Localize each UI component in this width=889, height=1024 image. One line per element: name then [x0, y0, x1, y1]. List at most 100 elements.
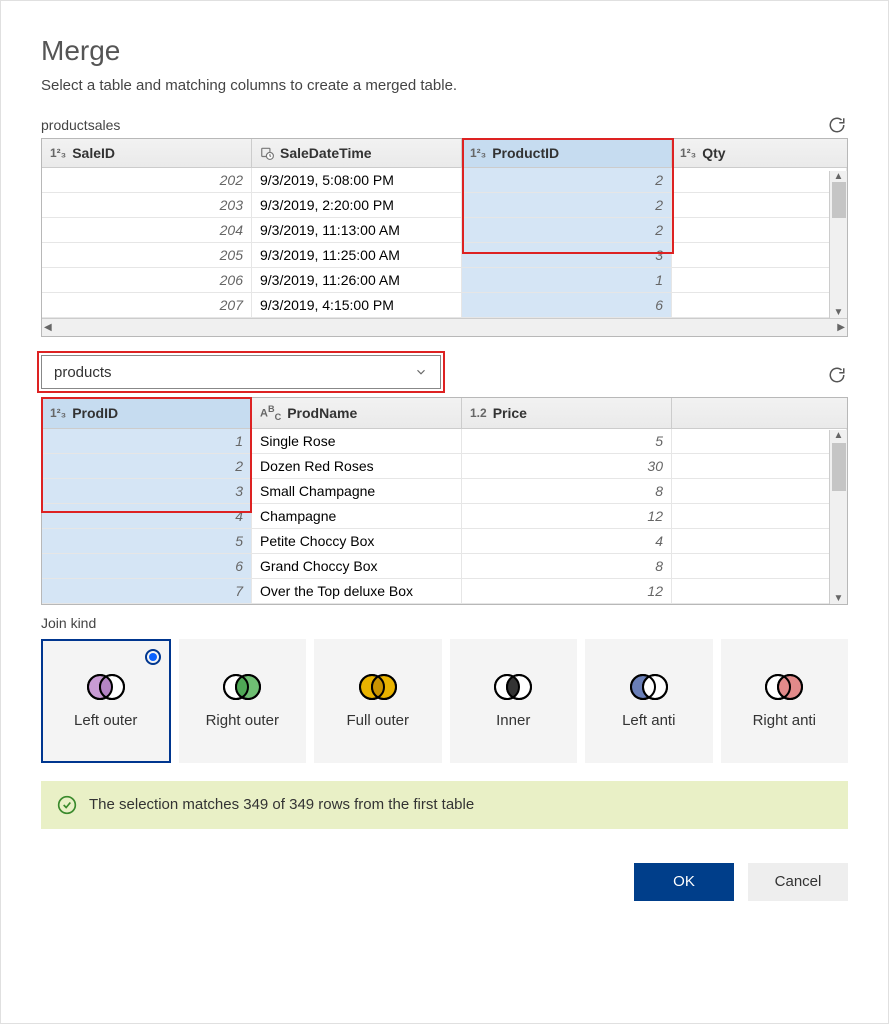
join-option-label: Inner — [496, 712, 530, 729]
cell-productid: 2 — [462, 193, 672, 217]
cell-saledatetime: 9/3/2019, 11:25:00 AM — [252, 243, 462, 267]
join-kind-options: Left outer Right outer Full outer Inner Left… — [41, 639, 848, 763]
cell-prodname: Over the Top deluxe Box — [252, 579, 462, 603]
number-type-icon: 1²₃ — [470, 146, 486, 160]
dialog-buttons: OK Cancel — [41, 863, 848, 901]
cell-price: 12 — [462, 504, 672, 528]
cell-prodname: Dozen Red Roses — [252, 454, 462, 478]
join-option-label: Full outer — [346, 712, 409, 729]
status-text: The selection matches 349 of 349 rows fr… — [89, 796, 474, 813]
col-header-productid[interactable]: 1²₃ProductID — [462, 139, 672, 167]
join-option-inner[interactable]: Inner — [450, 639, 578, 763]
col-header-saledatetime[interactable]: SaleDateTime — [252, 139, 462, 167]
horizontal-scrollbar[interactable]: ◀ ▶ — [42, 318, 847, 336]
join-option-label: Left outer — [74, 712, 137, 729]
chevron-down-icon — [414, 365, 428, 379]
second-table-body[interactable]: 1Single Rose52Dozen Red Roses303Small Ch… — [42, 429, 847, 604]
refresh-first-table-button[interactable] — [826, 114, 848, 136]
col-header-prodid[interactable]: 1²₃ProdID — [42, 398, 252, 428]
cell-saleid: 206 — [42, 268, 252, 292]
scroll-up-icon: ▲ — [834, 171, 844, 182]
join-option-left-anti[interactable]: Left anti — [585, 639, 713, 763]
cell-saleid: 203 — [42, 193, 252, 217]
scroll-up-icon: ▲ — [834, 430, 844, 441]
scroll-thumb[interactable] — [832, 443, 846, 491]
cell-productid: 3 — [462, 243, 672, 267]
table-row[interactable]: 7Over the Top deluxe Box12 — [42, 579, 847, 604]
second-table[interactable]: 1²₃ProdID ABCProdName 1.2Price 1Single R… — [41, 397, 848, 605]
table-row[interactable]: 2039/3/2019, 2:20:00 PM2 — [42, 193, 847, 218]
table-row[interactable]: 1Single Rose5 — [42, 429, 847, 454]
cell-saleid: 202 — [42, 168, 252, 192]
join-option-right-outer[interactable]: Right outer — [179, 639, 307, 763]
refresh-icon — [828, 116, 846, 134]
cell-price: 8 — [462, 554, 672, 578]
merge-dialog: Merge Select a table and matching column… — [0, 0, 889, 1024]
table-row[interactable]: 2069/3/2019, 11:26:00 AM1 — [42, 268, 847, 293]
cell-qty — [672, 243, 847, 267]
table-row[interactable]: 5Petite Choccy Box4 — [42, 529, 847, 554]
first-table-body[interactable]: 2029/3/2019, 5:08:00 PM22039/3/2019, 2:2… — [42, 168, 847, 318]
join-option-label: Right anti — [753, 712, 816, 729]
radio-selected-icon — [145, 649, 161, 665]
join-option-label: Right outer — [206, 712, 279, 729]
number-type-icon: 1²₃ — [50, 406, 66, 420]
table-row[interactable]: 4Champagne12 — [42, 504, 847, 529]
check-circle-icon — [57, 795, 77, 815]
text-type-icon: ABC — [260, 404, 281, 422]
vertical-scrollbar[interactable]: ▲ ▼ — [829, 171, 847, 318]
status-bar: The selection matches 349 of 349 rows fr… — [41, 781, 848, 829]
venn-icon — [219, 672, 265, 702]
cell-prodid: 4 — [42, 504, 252, 528]
cell-productid: 6 — [462, 293, 672, 317]
join-kind-label: Join kind — [41, 615, 848, 631]
decimal-type-icon: 1.2 — [470, 406, 487, 420]
cell-saledatetime: 9/3/2019, 2:20:00 PM — [252, 193, 462, 217]
col-header-prodname[interactable]: ABCProdName — [252, 398, 462, 428]
scroll-thumb[interactable] — [832, 182, 846, 218]
cell-prodid: 2 — [42, 454, 252, 478]
table-row[interactable]: 3Small Champagne8 — [42, 479, 847, 504]
join-option-left-outer[interactable]: Left outer — [41, 639, 171, 763]
cell-saledatetime: 9/3/2019, 11:13:00 AM — [252, 218, 462, 242]
table-row[interactable]: 2Dozen Red Roses30 — [42, 454, 847, 479]
table-row[interactable]: 2049/3/2019, 11:13:00 AM2 — [42, 218, 847, 243]
venn-icon — [761, 672, 807, 702]
cell-prodid: 3 — [42, 479, 252, 503]
table-row[interactable]: 2079/3/2019, 4:15:00 PM6 — [42, 293, 847, 318]
col-header-saleid[interactable]: 1²₃SaleID — [42, 139, 252, 167]
cell-prodid: 1 — [42, 429, 252, 453]
second-table-dropdown[interactable]: products — [41, 355, 441, 389]
col-header-price[interactable]: 1.2Price — [462, 398, 672, 428]
cell-price: 8 — [462, 479, 672, 503]
cell-price: 12 — [462, 579, 672, 603]
cell-prodname: Small Champagne — [252, 479, 462, 503]
table-row[interactable]: 2029/3/2019, 5:08:00 PM2 — [42, 168, 847, 193]
scroll-right-icon: ▶ — [837, 322, 845, 333]
scroll-down-icon: ▼ — [834, 593, 844, 604]
join-option-right-anti[interactable]: Right anti — [721, 639, 849, 763]
first-table-section: productsales 1²₃SaleID SaleDateTime 1²₃P… — [41, 114, 848, 337]
table-row[interactable]: 6Grand Choccy Box8 — [42, 554, 847, 579]
cell-price: 4 — [462, 529, 672, 553]
first-table[interactable]: 1²₃SaleID SaleDateTime 1²₃ProductID 1²₃Q… — [41, 138, 848, 337]
cell-qty — [672, 168, 847, 192]
col-header-qty[interactable]: 1²₃Qty — [672, 139, 847, 167]
cell-qty — [672, 218, 847, 242]
cell-productid: 2 — [462, 168, 672, 192]
join-option-full-outer[interactable]: Full outer — [314, 639, 442, 763]
dialog-title: Merge — [41, 35, 848, 67]
cell-qty — [672, 193, 847, 217]
scroll-down-icon: ▼ — [834, 307, 844, 318]
cancel-button[interactable]: Cancel — [748, 863, 848, 901]
table-row[interactable]: 2059/3/2019, 11:25:00 AM3 — [42, 243, 847, 268]
cell-price: 5 — [462, 429, 672, 453]
refresh-icon — [828, 366, 846, 384]
first-table-name: productsales — [41, 117, 120, 133]
vertical-scrollbar[interactable]: ▲ ▼ — [829, 430, 847, 604]
refresh-second-table-button[interactable] — [826, 364, 848, 386]
ok-button[interactable]: OK — [634, 863, 734, 901]
cell-saledatetime: 9/3/2019, 4:15:00 PM — [252, 293, 462, 317]
venn-icon — [83, 672, 129, 702]
cell-prodname: Single Rose — [252, 429, 462, 453]
